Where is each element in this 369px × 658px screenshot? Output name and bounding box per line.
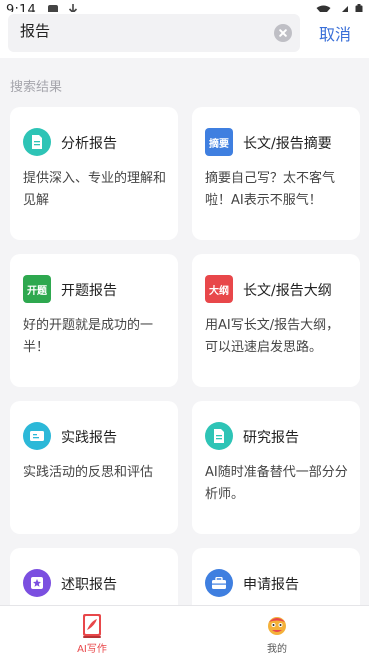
search-bar: 取消 — [0, 12, 369, 58]
card-description: 提供深入、专业的理解和见解 — [23, 171, 167, 208]
card-title: 长文/报告大纲 — [243, 283, 332, 299]
clear-icon[interactable] — [274, 24, 292, 42]
section-label: 搜索结果 — [10, 80, 63, 95]
tab-profile[interactable]: 我的 — [185, 606, 369, 658]
card-title: 申请报告 — [243, 577, 299, 593]
briefcase-icon — [205, 569, 233, 597]
summary-badge-icon: 摘要 — [205, 128, 233, 156]
document-icon — [23, 128, 51, 156]
card-description: 实践活动的反思和评估 — [23, 465, 154, 480]
card-title: 实践报告 — [61, 430, 117, 446]
card-description: 摘要自己写？太不客气啦！AI表示不服气！ — [205, 171, 336, 208]
search-box[interactable] — [8, 14, 300, 52]
card-report-outline[interactable]: 大纲 长文/报告大纲 用AI写长文/报告大纲，可以迅速启发思路。 — [192, 254, 360, 387]
ai-writing-icon — [83, 614, 101, 638]
card-practice-report[interactable]: 实践报告 实践活动的反思和评估 — [10, 401, 178, 534]
research-document-icon — [205, 422, 233, 450]
outline-badge-icon: 大纲 — [205, 275, 233, 303]
bottom-tab-bar: AI写作 我的 — [0, 605, 369, 658]
card-report-summary[interactable]: 摘要 长文/报告摘要 摘要自己写？太不客气啦！AI表示不服气！ — [192, 107, 360, 240]
proposal-badge-icon: 开题 — [23, 275, 51, 303]
tab-ai-writing[interactable]: AI写作 — [0, 606, 184, 658]
card-title: 长文/报告摘要 — [243, 136, 332, 152]
tab-label: AI写作 — [77, 644, 107, 655]
cancel-button[interactable]: 取消 — [319, 21, 351, 45]
profile-mascot-icon — [268, 617, 286, 635]
card-description: AI随时准备替代一部分分析师。 — [205, 465, 348, 502]
card-description: 好的开题就是成功的一半！ — [23, 318, 154, 355]
star-badge-icon — [23, 569, 51, 597]
card-title: 述职报告 — [61, 577, 117, 593]
practice-icon — [23, 422, 51, 450]
tab-label: 我的 — [267, 644, 287, 655]
card-research-report[interactable]: 研究报告 AI随时准备替代一部分分析师。 — [192, 401, 360, 534]
card-title: 开题报告 — [61, 283, 117, 299]
card-description: 用AI写长文/报告大纲，可以迅速启发思路。 — [205, 318, 340, 355]
card-proposal-report[interactable]: 开题 开题报告 好的开题就是成功的一半！ — [10, 254, 178, 387]
card-analysis-report[interactable]: 分析报告 提供深入、专业的理解和见解 — [10, 107, 178, 240]
search-input[interactable] — [20, 21, 260, 39]
card-title: 分析报告 — [61, 136, 117, 152]
card-title: 研究报告 — [243, 430, 299, 446]
